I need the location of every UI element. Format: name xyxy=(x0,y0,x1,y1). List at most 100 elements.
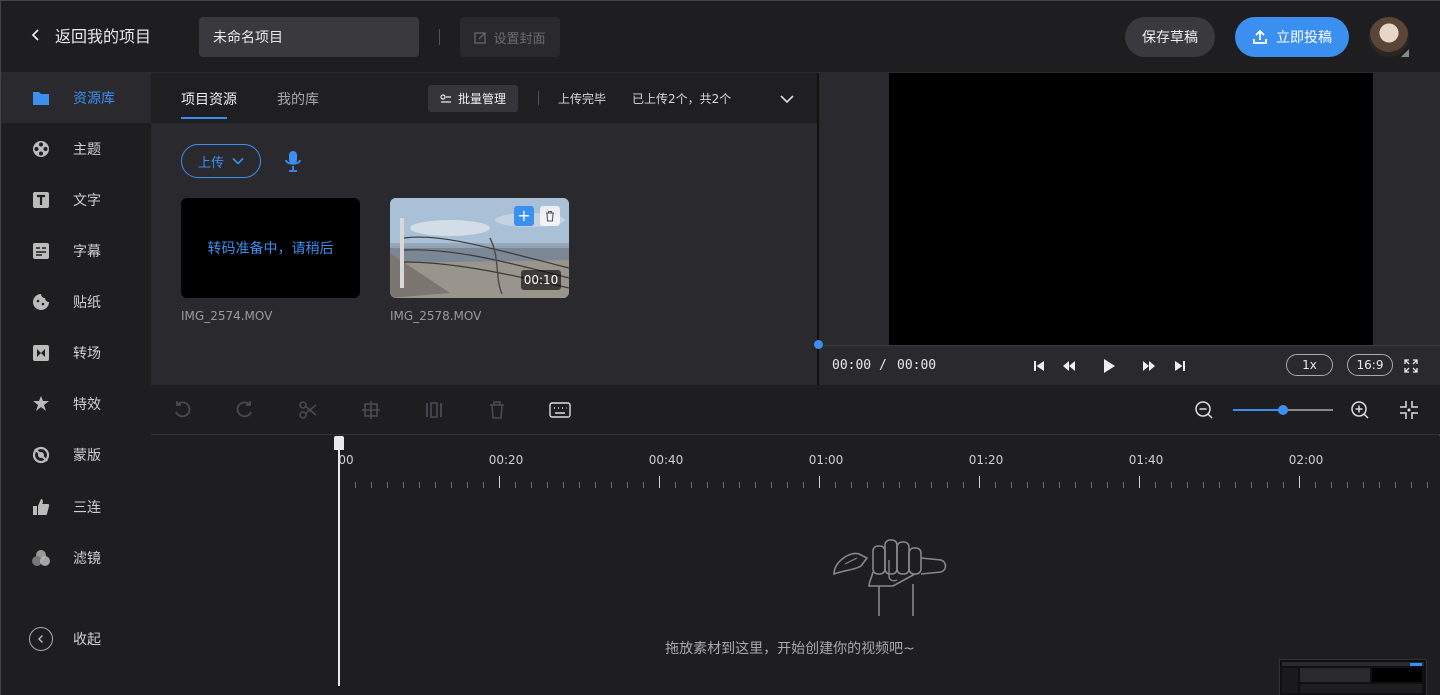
sidebar-item-subtitle[interactable]: 字幕 xyxy=(1,226,151,276)
back-label: 返回我的项目 xyxy=(55,27,152,46)
zoom-in-button[interactable] xyxy=(1349,399,1371,421)
empty-timeline-hint: 拖放素材到这里，开始创建你的视频吧~ xyxy=(665,641,915,657)
upload-count-text: 已上传2个，共2个 xyxy=(632,92,732,106)
time-ruler-label: 01:00 xyxy=(808,453,844,467)
preview-progress-handle[interactable] xyxy=(814,340,823,349)
split-button[interactable] xyxy=(297,399,319,421)
batch-manage-button[interactable]: 批量管理 xyxy=(428,85,518,112)
playback-speed-button[interactable]: 1x xyxy=(1286,354,1333,376)
sidebar-item-transition[interactable]: 转场 xyxy=(1,328,151,378)
video-duration: 00:10 xyxy=(521,270,561,290)
back-to-projects-button[interactable]: 返回我的项目 xyxy=(29,23,151,47)
sidebar-item-library[interactable]: 资源库 xyxy=(1,73,151,123)
save-draft-button[interactable]: 保存草稿 xyxy=(1125,17,1215,57)
trash-icon xyxy=(546,210,554,222)
sidebar-item-filter[interactable]: 滤镜 xyxy=(1,533,151,583)
keyboard-shortcuts-button[interactable] xyxy=(549,399,571,421)
current-time: 00:00 xyxy=(832,358,872,373)
publish-label: 立即投稿 xyxy=(1276,30,1332,46)
undo-button[interactable] xyxy=(171,399,193,421)
delete-media-button[interactable] xyxy=(540,206,560,226)
sidebar-item-mask[interactable]: 蒙版 xyxy=(1,430,151,480)
zoom-slider[interactable] xyxy=(1233,405,1333,415)
avatar-menu-indicator[interactable] xyxy=(1401,49,1409,57)
sidebar-item-label: 蒙版 xyxy=(73,448,101,464)
tab-my-library[interactable]: 我的库 xyxy=(277,89,319,109)
sidebar-item-triple[interactable]: 三连 xyxy=(1,482,151,532)
transcoding-text: 转码准备中，请稍后 xyxy=(207,241,334,257)
timeline-toolbar xyxy=(151,385,1440,435)
fit-icon xyxy=(1400,401,1418,419)
sidebar-item-label: 三连 xyxy=(73,500,101,516)
chevron-down-icon xyxy=(232,157,244,165)
minimap-thumbnail xyxy=(1282,662,1424,693)
zoom-in-icon xyxy=(1351,401,1369,419)
batch-manage-label: 批量管理 xyxy=(457,92,506,106)
sidebar-item-label: 文字 xyxy=(73,193,101,209)
timeline-minimap[interactable] xyxy=(1279,659,1427,695)
chevron-down-icon[interactable] xyxy=(779,91,795,107)
upload-label: 上传 xyxy=(197,155,224,171)
transition-icon xyxy=(31,343,51,363)
skip-to-start-button[interactable] xyxy=(1029,356,1049,376)
freeze-frame-button[interactable] xyxy=(423,399,445,421)
top-bar: 返回我的项目 设置封面 保存草稿 立即投稿 xyxy=(1,1,1440,73)
publish-button[interactable]: 立即投稿 xyxy=(1235,17,1349,57)
project-title-input[interactable] xyxy=(199,17,419,57)
fast-forward-icon xyxy=(1143,361,1155,371)
sidebar-item-sticker[interactable]: 贴纸 xyxy=(1,277,151,327)
tab-project-resources[interactable]: 项目资源 xyxy=(181,89,237,109)
sidebar-item-effects[interactable]: 特效 xyxy=(1,379,151,429)
folder-icon xyxy=(31,88,51,108)
mask-icon xyxy=(31,445,51,465)
effects-icon xyxy=(31,394,51,414)
timeline[interactable]: 00 00:20 00:40 01:00 01:20 01:40 02:00 拖放素材到这里… xyxy=(151,436,1440,695)
time-ruler[interactable] xyxy=(339,476,1439,488)
set-cover-label: 设置封面 xyxy=(493,31,546,47)
divider xyxy=(439,29,440,45)
upload-dropdown[interactable]: 上传 xyxy=(181,144,261,178)
set-cover-button[interactable]: 设置封面 xyxy=(460,17,560,57)
resource-header: 项目资源 我的库 批量管理 上传完毕 已上传2个，共2个 xyxy=(151,73,817,123)
preview-screen[interactable] xyxy=(889,73,1373,345)
sidebar-item-text[interactable]: 文字 xyxy=(1,175,151,225)
delete-clip-button[interactable] xyxy=(486,399,508,421)
sidebar-item-theme[interactable]: 主题 xyxy=(1,124,151,174)
chevron-left-icon xyxy=(29,627,53,651)
skip-back-icon xyxy=(1034,361,1044,371)
time-ruler-label: 00:40 xyxy=(648,453,684,467)
total-time: 00:00 xyxy=(897,358,937,373)
preview-progress-bar[interactable] xyxy=(819,345,1440,346)
media-card-video[interactable]: + 00:10 xyxy=(390,198,569,298)
time-ruler-label: 00:20 xyxy=(488,453,524,467)
redo-button[interactable] xyxy=(234,399,256,421)
crop-icon xyxy=(362,401,380,419)
undo-icon xyxy=(175,401,191,418)
redo-icon xyxy=(236,401,252,418)
fast-forward-button[interactable] xyxy=(1139,356,1159,376)
chevron-left-icon xyxy=(31,29,39,41)
skip-to-end-button[interactable] xyxy=(1170,356,1190,376)
fit-timeline-button[interactable] xyxy=(1398,399,1420,421)
play-button[interactable] xyxy=(1099,356,1119,376)
thumbs-up-icon xyxy=(31,497,51,517)
microphone-icon[interactable] xyxy=(283,150,303,172)
zoom-out-button[interactable] xyxy=(1193,399,1215,421)
upload-status-text: 上传完毕 xyxy=(558,92,607,106)
time-ruler-label: 01:40 xyxy=(1128,453,1164,467)
collapse-sidebar-button[interactable]: 收起 xyxy=(29,627,101,651)
crop-button[interactable] xyxy=(360,399,382,421)
sidebar-item-label: 特效 xyxy=(73,397,101,413)
fullscreen-button[interactable] xyxy=(1401,356,1421,376)
sidebar-item-label: 主题 xyxy=(73,142,101,158)
zoom-out-icon xyxy=(1195,401,1213,419)
filter-icon xyxy=(31,548,51,568)
rewind-button[interactable] xyxy=(1059,356,1079,376)
zoom-slider-handle[interactable] xyxy=(1278,405,1288,415)
aspect-ratio-button[interactable]: 16:9 xyxy=(1347,354,1393,376)
freeze-icon xyxy=(426,402,442,418)
add-to-timeline-button[interactable]: + xyxy=(514,206,534,226)
keyboard-icon xyxy=(549,402,571,418)
media-card-transcoding[interactable]: 转码准备中，请稍后 xyxy=(181,198,360,298)
collapse-label: 收起 xyxy=(73,632,101,648)
